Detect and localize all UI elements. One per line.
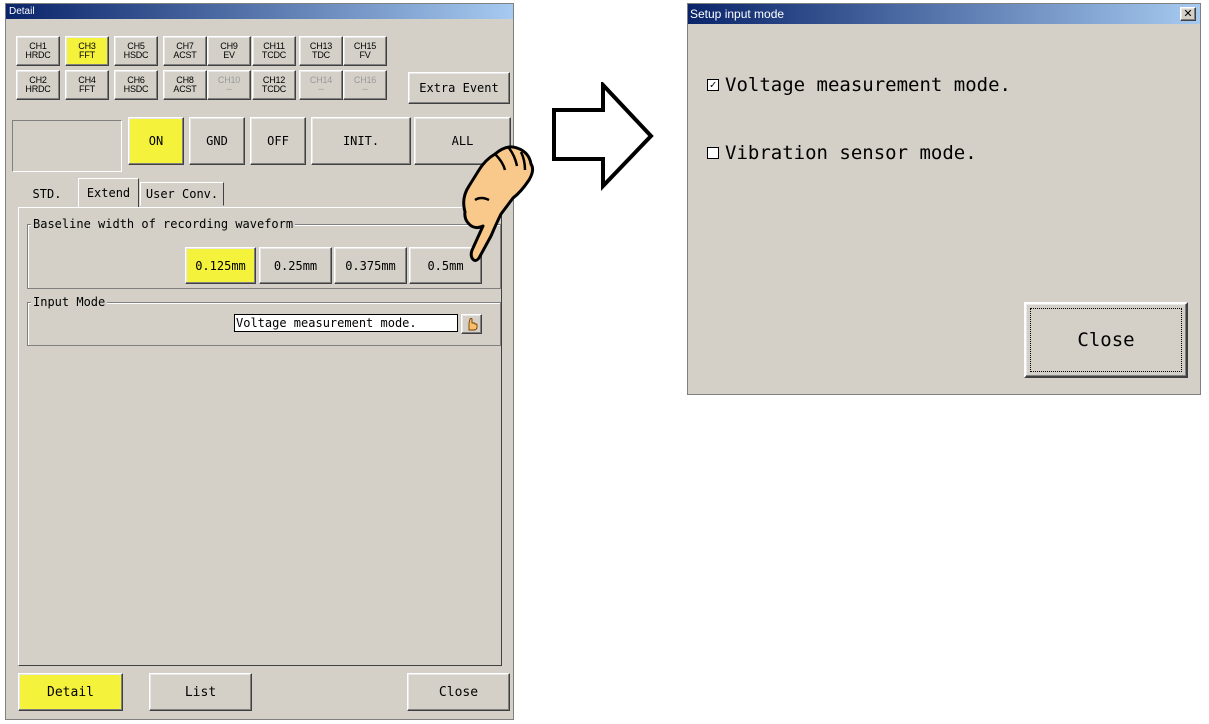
width-0-25mm-label: 0.25mm: [273, 258, 318, 273]
vibration-mode-label: Vibration sensor mode.: [725, 142, 977, 164]
close-footer-label: Close: [438, 684, 479, 700]
channel-mode: TCDC: [261, 84, 287, 94]
channel-button-ch7[interactable]: CH7 ACST: [163, 36, 207, 66]
channel-mode: HSDC: [123, 50, 149, 60]
tab-std[interactable]: STD.: [20, 182, 74, 206]
channel-mode: TCDC: [261, 50, 287, 60]
channel-display-box: [12, 120, 122, 172]
detail-window: Detail CH1 HRDC CH3 FFT CH5 HSDC CH7 ACST CH9 EV C…: [5, 3, 514, 720]
tab-extend[interactable]: Extend: [78, 178, 139, 208]
channel-mode: ACST: [173, 84, 197, 94]
channel-mode: --: [318, 84, 324, 94]
off-button[interactable]: OFF: [250, 117, 306, 165]
close-icon: ✕: [1183, 8, 1193, 20]
extra-event-label: Extra Event: [419, 81, 499, 95]
input-mode-field: Voltage measurement mode.: [234, 314, 458, 332]
close-footer-button[interactable]: Close: [407, 673, 510, 711]
vibration-mode-option[interactable]: Vibration sensor mode.: [707, 142, 977, 164]
vibration-mode-checkbox[interactable]: [707, 147, 719, 159]
channel-button-ch14: CH14 --: [299, 70, 343, 100]
input-mode-group-label: Input Mode: [31, 295, 108, 309]
on-button[interactable]: ON: [128, 117, 184, 165]
voltage-mode-checkbox[interactable]: ✓: [707, 79, 719, 91]
tab-std-label: STD.: [32, 187, 62, 201]
channel-mode: HSDC: [123, 84, 149, 94]
dialog-title: Setup input mode: [690, 7, 785, 21]
gnd-label: GND: [206, 134, 228, 148]
init-button[interactable]: INIT.: [311, 117, 411, 165]
width-0-375mm-button[interactable]: 0.375mm: [334, 247, 407, 284]
dialog-close-x-button[interactable]: ✕: [1180, 7, 1196, 21]
channel-mode: ACST: [173, 50, 197, 60]
channel-button-ch9[interactable]: CH9 EV: [207, 36, 251, 66]
setup-input-mode-dialog: Setup input mode ✕ ✓ Voltage measurement…: [687, 3, 1201, 395]
init-label: INIT.: [342, 134, 380, 148]
dialog-close-button[interactable]: Close: [1024, 302, 1188, 378]
dialog-titlebar: Setup input mode: [688, 4, 1200, 24]
channel-button-ch6[interactable]: CH6 HSDC: [114, 70, 158, 100]
list-footer-label: List: [184, 684, 217, 700]
channel-mode: FV: [359, 50, 371, 60]
right-arrow-icon: [552, 82, 654, 191]
tab-user-conv-label: User Conv.: [145, 187, 219, 201]
gnd-button[interactable]: GND: [189, 117, 245, 165]
detail-footer-button[interactable]: Detail: [18, 673, 123, 711]
input-mode-value: Voltage measurement mode.: [236, 316, 417, 330]
width-0-25mm-button[interactable]: 0.25mm: [259, 247, 332, 284]
channel-mode: TDC: [312, 50, 330, 60]
channel-button-ch1[interactable]: CH1 HRDC: [16, 36, 60, 66]
tab-extend-label: Extend: [86, 186, 131, 200]
tab-user-conv[interactable]: User Conv.: [140, 182, 224, 206]
on-label: ON: [148, 134, 164, 148]
width-0-125mm-button[interactable]: 0.125mm: [185, 247, 256, 284]
list-footer-button[interactable]: List: [149, 673, 252, 711]
channel-button-ch12[interactable]: CH12 TCDC: [252, 70, 296, 100]
channel-button-ch3[interactable]: CH3 FFT: [65, 36, 109, 66]
channel-mode: EV: [223, 50, 235, 60]
extra-event-button[interactable]: Extra Event: [408, 72, 510, 104]
off-label: OFF: [267, 134, 289, 148]
channel-mode: --: [226, 84, 232, 94]
input-mode-select-button[interactable]: [461, 314, 482, 334]
channel-mode: HRDC: [25, 84, 51, 94]
baseline-group-label: Baseline width of recording waveform: [31, 217, 296, 231]
channel-button-ch13[interactable]: CH13 TDC: [299, 36, 343, 66]
channel-button-ch5[interactable]: CH5 HSDC: [114, 36, 158, 66]
channel-mode: HRDC: [25, 50, 51, 60]
voltage-mode-option[interactable]: ✓ Voltage measurement mode.: [707, 74, 1011, 96]
channel-button-ch11[interactable]: CH11 TCDC: [252, 36, 296, 66]
channel-button-ch15[interactable]: CH15 FV: [343, 36, 387, 66]
voltage-mode-label: Voltage measurement mode.: [725, 74, 1011, 96]
channel-mode: --: [362, 84, 368, 94]
pointing-hand-illustration-icon: [462, 145, 535, 262]
channel-button-ch10: CH10 --: [207, 70, 251, 100]
channel-mode: FFT: [79, 84, 95, 94]
width-0-125mm-label: 0.125mm: [195, 258, 246, 273]
channel-mode: FFT: [79, 50, 95, 60]
detail-titlebar: Detail: [6, 4, 513, 19]
channel-button-ch8[interactable]: CH8 ACST: [163, 70, 207, 100]
channel-button-ch4[interactable]: CH4 FFT: [65, 70, 109, 100]
pointing-hand-icon: [468, 318, 477, 331]
channel-button-ch16: CH16 --: [343, 70, 387, 100]
width-0-375mm-label: 0.375mm: [345, 258, 396, 273]
channel-button-ch2[interactable]: CH2 HRDC: [16, 70, 60, 100]
detail-footer-label: Detail: [47, 684, 94, 700]
